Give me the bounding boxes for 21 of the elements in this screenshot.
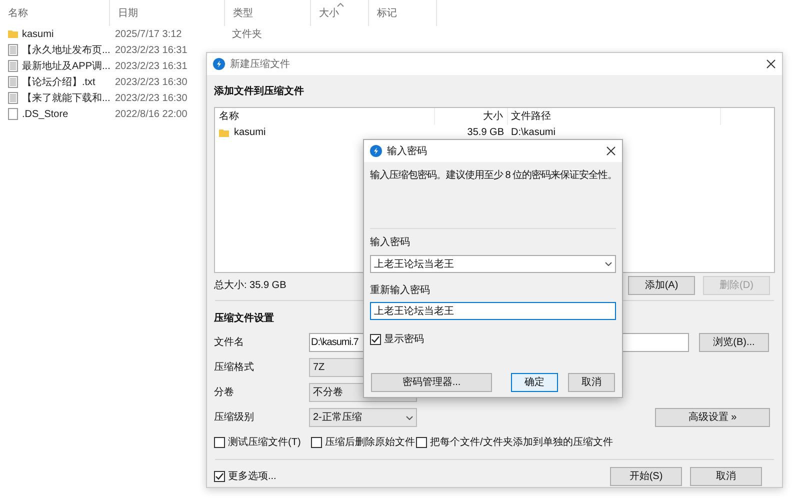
field-label: 压缩级别 <box>214 410 255 425</box>
file-date: 2023/2/23 16:30 <box>115 76 188 88</box>
section-heading: 压缩文件设置 <box>214 312 275 325</box>
file-path: D:\kasumi <box>511 127 556 138</box>
file-date: 2023/2/23 16:31 <box>115 44 188 56</box>
field-label: 分卷 <box>214 386 235 400</box>
file-date: 2023/2/23 16:31 <box>115 60 188 72</box>
section-heading: 添加文件到压缩文件 <box>214 84 305 98</box>
window-title: 输入密码 <box>387 144 428 158</box>
field-label: 重新输入密码 <box>370 284 431 298</box>
file-size: 35.9 GB <box>467 127 504 138</box>
window-title: 新建压缩文件 <box>230 58 291 72</box>
field-label: 压缩格式 <box>214 360 255 375</box>
total-size: 总大小: 35.9 GB <box>214 278 286 293</box>
file-date: 2025/7/17 3:12 <box>115 28 182 40</box>
field-label: 输入密码 <box>370 236 411 250</box>
file-date: 2022/8/16 22:00 <box>115 108 188 120</box>
field-label: 文件名 <box>214 336 245 350</box>
hint-text: 输入压缩包密码。建议使用至少 8 位的密码来保证安全性。 <box>370 168 618 183</box>
file-date: 2023/2/23 16:30 <box>115 92 188 104</box>
file-type: 文件夹 <box>232 28 262 40</box>
